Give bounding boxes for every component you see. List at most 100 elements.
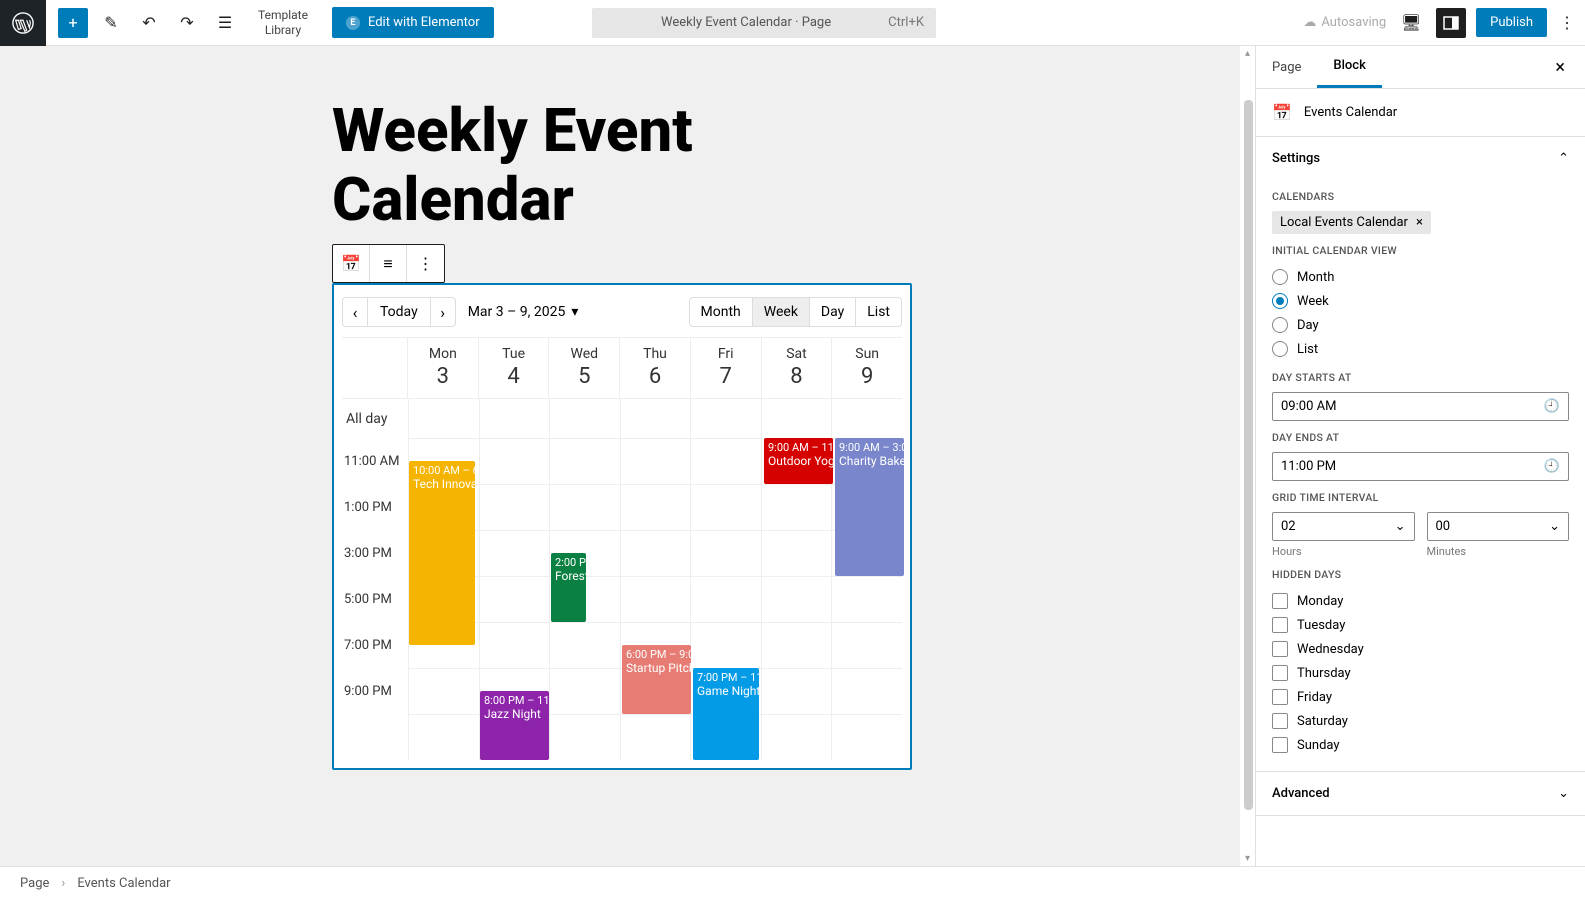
heading-line2: Calendar bbox=[332, 164, 574, 235]
minutes-sublabel: Minutes bbox=[1427, 545, 1570, 558]
close-sidebar-button[interactable]: × bbox=[1535, 57, 1585, 78]
kebab-icon: ⋮ bbox=[1559, 13, 1575, 32]
day-header-wed: Wed5 bbox=[549, 338, 620, 398]
checkbox-icon bbox=[1272, 713, 1288, 729]
time-label: 11:00 AM bbox=[342, 438, 408, 484]
check-tuesday[interactable]: Tuesday bbox=[1272, 613, 1569, 637]
time-label: 7:00 PM bbox=[342, 622, 408, 668]
chevron-right-icon: › bbox=[440, 303, 445, 322]
event-outdoor-yoga[interactable]: 9:00 AM – 11:00 AMOutdoor Yoga bbox=[764, 438, 833, 484]
remove-icon[interactable]: × bbox=[1416, 215, 1423, 230]
date-range-label: Mar 3 – 9, 2025 bbox=[468, 304, 566, 320]
day-header-tue: Tue4 bbox=[479, 338, 550, 398]
wp-logo-button[interactable] bbox=[0, 0, 46, 46]
editor-scrollbar[interactable]: ▴ ▾ bbox=[1240, 46, 1255, 866]
radio-list[interactable]: List bbox=[1272, 337, 1569, 361]
calendar-header: ‹ Today › Mar 3 – 9, 2025 ▾ Month Week D… bbox=[342, 293, 902, 337]
day-ends-input[interactable]: 11:00 PM🕘 bbox=[1272, 452, 1569, 481]
col-sat[interactable] bbox=[761, 438, 832, 760]
align-button[interactable]: ≡ bbox=[370, 245, 407, 282]
check-friday[interactable]: Friday bbox=[1272, 685, 1569, 709]
add-block-button[interactable]: + bbox=[58, 8, 88, 38]
today-button[interactable]: Today bbox=[368, 297, 430, 327]
radio-month[interactable]: Month bbox=[1272, 265, 1569, 289]
template-library-line2: Library bbox=[258, 23, 308, 37]
allday-label: All day bbox=[342, 399, 408, 438]
day-header-sun: Sun9 bbox=[832, 338, 902, 398]
tools-button[interactable]: ✎ bbox=[96, 8, 126, 38]
page-title-search[interactable]: Weekly Event Calendar · Page Ctrl+K bbox=[592, 8, 936, 38]
scroll-up-icon: ▴ bbox=[1245, 48, 1250, 59]
settings-sidebar-toggle[interactable] bbox=[1436, 8, 1466, 38]
event-jazz-night[interactable]: 8:00 PM – 11:00 PMJazz Night bbox=[480, 691, 549, 760]
breadcrumb-bar: Page › Events Calendar bbox=[0, 866, 1585, 900]
autosaving-status: ☁ Autosaving bbox=[1303, 15, 1386, 30]
day-header-fri: Fri7 bbox=[691, 338, 762, 398]
event-charity-bake[interactable]: 9:00 AM – 3:00 PMCharity Bake Sale bbox=[835, 438, 904, 576]
view-button[interactable]: 🖥 bbox=[1396, 8, 1426, 38]
list-icon: ☰ bbox=[218, 13, 232, 32]
checkbox-icon bbox=[1272, 617, 1288, 633]
breadcrumb-page[interactable]: Page bbox=[20, 876, 49, 891]
plus-icon: + bbox=[68, 13, 77, 32]
events-calendar-block[interactable]: ‹ Today › Mar 3 – 9, 2025 ▾ Month Week D… bbox=[332, 283, 912, 770]
day-headers: Mon3 Tue4 Wed5 Thu6 Fri7 Sat8 Sun9 bbox=[342, 338, 902, 398]
block-card-title: Events Calendar bbox=[1304, 105, 1397, 120]
shortcut-label: Ctrl+K bbox=[888, 15, 924, 30]
event-startup-pitch[interactable]: 6:00 PM – 9:00 PMStartup Pitch Night bbox=[622, 645, 691, 714]
block-settings-sidebar: Page Block × 📅 Events Calendar Settings … bbox=[1255, 46, 1585, 866]
view-tab-list[interactable]: List bbox=[855, 297, 902, 327]
check-monday[interactable]: Monday bbox=[1272, 589, 1569, 613]
cloud-icon: ☁ bbox=[1303, 15, 1316, 30]
day-starts-input[interactable]: 09:00 AM🕘 bbox=[1272, 392, 1569, 421]
calendar-block-icon: 📅 bbox=[1272, 103, 1292, 122]
page-title-text: Weekly Event Calendar · Page bbox=[604, 15, 888, 30]
scroll-thumb[interactable] bbox=[1244, 100, 1253, 810]
event-tech-innovation[interactable]: 10:00 AM – 6:00 PMTech Innovation bbox=[409, 461, 475, 645]
view-tab-week[interactable]: Week bbox=[752, 297, 810, 327]
tab-page[interactable]: Page bbox=[1256, 48, 1317, 87]
page-heading[interactable]: Weekly Event Calendar bbox=[332, 96, 1255, 234]
edit-with-elementor-button[interactable]: E Edit with Elementor bbox=[332, 7, 494, 38]
desktop-icon: 🖥 bbox=[1401, 13, 1421, 32]
time-label: 9:00 PM bbox=[342, 668, 408, 714]
day-ends-label: DAY ENDS AT bbox=[1272, 431, 1569, 444]
block-card: 📅 Events Calendar bbox=[1256, 89, 1585, 137]
calendar-pill[interactable]: Local Events Calendar × bbox=[1272, 211, 1431, 234]
chevron-down-icon: ▾ bbox=[571, 304, 578, 320]
date-range-picker[interactable]: Mar 3 – 9, 2025 ▾ bbox=[468, 304, 579, 320]
edit-elementor-label: Edit with Elementor bbox=[368, 15, 480, 30]
redo-button[interactable]: ↷ bbox=[172, 8, 202, 38]
tab-block[interactable]: Block bbox=[1317, 46, 1381, 88]
options-button[interactable]: ⋮ bbox=[1557, 13, 1577, 32]
view-tab-month[interactable]: Month bbox=[689, 297, 753, 327]
publish-button[interactable]: Publish bbox=[1476, 8, 1547, 37]
panel-advanced-toggle[interactable]: Advanced ⌄ bbox=[1256, 772, 1585, 815]
check-sunday[interactable]: Sunday bbox=[1272, 733, 1569, 757]
panel-settings-toggle[interactable]: Settings ⌃ bbox=[1256, 137, 1585, 180]
template-library-button[interactable]: Template Library bbox=[258, 8, 308, 37]
grid-interval-row: 02⌄ Hours 00⌄ Minutes bbox=[1272, 512, 1569, 558]
kebab-icon: ⋮ bbox=[418, 254, 434, 273]
axis-header bbox=[342, 338, 408, 398]
minutes-select[interactable]: 00⌄ bbox=[1427, 512, 1570, 541]
block-more-button[interactable]: ⋮ bbox=[407, 245, 444, 282]
next-button[interactable]: › bbox=[430, 297, 456, 327]
radio-week[interactable]: Week bbox=[1272, 289, 1569, 313]
undo-button[interactable]: ↶ bbox=[134, 8, 164, 38]
check-saturday[interactable]: Saturday bbox=[1272, 709, 1569, 733]
event-game-night[interactable]: 7:00 PM – 11:00 PMGame Night bbox=[693, 668, 759, 760]
hours-select[interactable]: 02⌄ bbox=[1272, 512, 1415, 541]
heading-line1: Weekly Event bbox=[332, 95, 693, 166]
check-wednesday[interactable]: Wednesday bbox=[1272, 637, 1569, 661]
event-forest-conservation[interactable]: 2:00 PM – 5:00 PMForest Conservation bbox=[551, 553, 586, 622]
breadcrumb-block[interactable]: Events Calendar bbox=[77, 876, 170, 891]
calendar-grid: Mon3 Tue4 Wed5 Thu6 Fri7 Sat8 Sun9 All d… bbox=[342, 337, 902, 760]
prev-button[interactable]: ‹ bbox=[342, 297, 368, 327]
document-overview-button[interactable]: ☰ bbox=[210, 8, 240, 38]
block-type-button[interactable]: 📅 bbox=[333, 245, 370, 282]
time-label: 3:00 PM bbox=[342, 530, 408, 576]
check-thursday[interactable]: Thursday bbox=[1272, 661, 1569, 685]
radio-day[interactable]: Day bbox=[1272, 313, 1569, 337]
view-tab-day[interactable]: Day bbox=[809, 297, 856, 327]
